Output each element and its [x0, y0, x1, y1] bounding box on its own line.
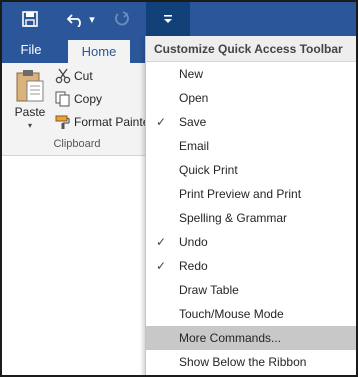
save-icon	[22, 11, 38, 27]
checkmark-icon: ✓	[156, 115, 167, 129]
menu-item-label: Quick Print	[179, 163, 238, 177]
menu-item[interactable]: More Commands...	[146, 326, 356, 350]
customize-quick-access-menu: Customize Quick Access Toolbar New Open ✓ S…	[145, 36, 356, 375]
menu-item-label: Email	[179, 139, 210, 153]
clipboard-paste-icon	[16, 70, 44, 102]
checkmark-icon: ✓	[156, 259, 167, 273]
copy-label: Copy	[74, 92, 103, 106]
menu-item[interactable]: Show Below the Ribbon	[146, 350, 356, 374]
format-painter-button[interactable]: Format Painte	[54, 112, 149, 132]
menu-item[interactable]: New	[146, 62, 356, 86]
menu-item-label: Touch/Mouse Mode	[179, 307, 284, 321]
cut-button[interactable]: Cut	[54, 66, 93, 86]
menu-item-label: Open	[179, 91, 209, 105]
menu-list: New Open ✓ Save Email Quick Print Print Previe…	[146, 62, 356, 374]
tab-file[interactable]: File	[10, 36, 52, 63]
title-bar: ▾	[2, 2, 356, 36]
undo-icon	[67, 14, 82, 27]
paste-label: Paste	[14, 105, 46, 119]
customize-dropdown-icon	[164, 15, 172, 23]
menu-item-label: Print Preview and Print	[179, 187, 302, 201]
menu-item[interactable]: Draw Table	[146, 278, 356, 302]
menu-item[interactable]: Open	[146, 86, 356, 110]
tab-home[interactable]: Home	[68, 40, 130, 63]
menu-item-label: Draw Table	[179, 283, 239, 297]
redo-icon	[115, 11, 129, 26]
save-button[interactable]	[16, 6, 44, 32]
menu-item-label: New	[179, 67, 204, 81]
menu-item-label: More Commands...	[179, 331, 282, 345]
undo-button[interactable]: ▾	[60, 6, 102, 32]
redo-button[interactable]	[108, 6, 136, 32]
menu-item[interactable]: Quick Print	[146, 158, 356, 182]
cut-label: Cut	[74, 69, 93, 83]
copy-icon	[54, 91, 72, 107]
clipboard-group-label: Clipboard	[53, 138, 101, 150]
menu-item[interactable]: Touch/Mouse Mode	[146, 302, 356, 326]
menu-item-label: Show Below the Ribbon	[179, 355, 307, 369]
copy-button[interactable]: Copy	[54, 89, 102, 109]
menu-item[interactable]: Print Preview and Print	[146, 182, 356, 206]
menu-header: Customize Quick Access Toolbar	[146, 36, 356, 62]
word-window: ▾ File Home Paste ▾ Cut Copy Format Pain…	[0, 0, 358, 377]
paste-button[interactable]: Paste ▾	[10, 67, 50, 135]
paste-dropdown-icon[interactable]: ▾	[10, 121, 50, 130]
format-painter-label: Format Painte	[74, 115, 150, 129]
menu-item-label: Redo	[179, 259, 208, 273]
scissors-icon	[54, 68, 72, 84]
menu-item[interactable]: ✓ Undo	[146, 230, 356, 254]
undo-dropdown-icon[interactable]: ▾	[89, 13, 95, 26]
menu-item[interactable]: Email	[146, 134, 356, 158]
customize-quick-access-button[interactable]	[146, 2, 190, 36]
menu-item[interactable]: ✓ Redo	[146, 254, 356, 278]
menu-item[interactable]: Spelling & Grammar	[146, 206, 356, 230]
menu-item-label: Undo	[179, 235, 208, 249]
menu-item[interactable]: ✓ Save	[146, 110, 356, 134]
checkmark-icon: ✓	[156, 235, 167, 249]
paintbrush-icon	[54, 114, 72, 130]
menu-item-label: Save	[179, 115, 207, 129]
menu-item-label: Spelling & Grammar	[179, 211, 288, 225]
